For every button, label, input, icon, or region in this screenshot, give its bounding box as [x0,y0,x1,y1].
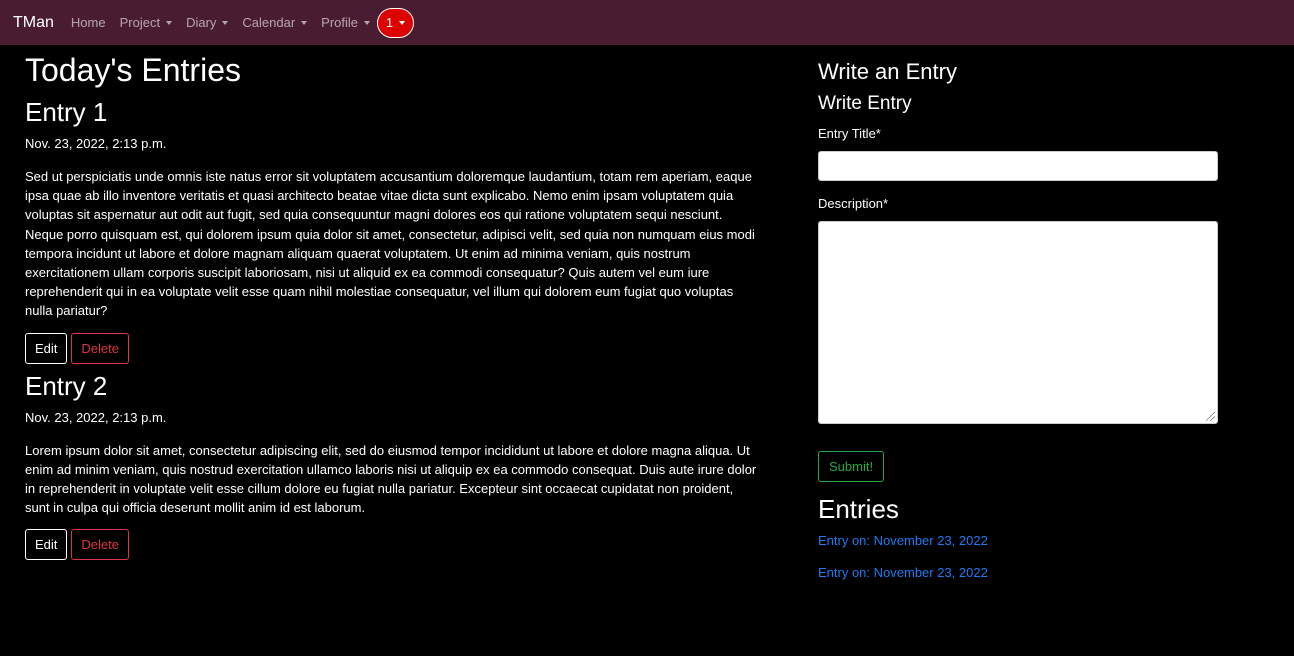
edit-button[interactable]: Edit [25,332,68,364]
entry-card: Entry 1 Nov. 23, 2022, 2:13 p.m. Sed ut … [25,97,760,364]
caret-down-icon [166,21,173,25]
description-label: Description* [818,196,889,211]
nav-profile-dropdown[interactable]: Profile [314,0,377,45]
entries-heading: Entries [818,494,899,524]
nav-diary-dropdown[interactable]: Diary [179,0,235,45]
nav-calendar-label: Calendar [242,15,296,30]
caret-down-icon [399,21,406,25]
entry-actions: Edit Delete [25,529,760,561]
resize-handle-icon[interactable] [1206,412,1215,421]
nav-home[interactable]: Home [64,0,113,45]
top-navbar: TMan Home Project Diary Calendar Profile… [0,0,1294,45]
entry-body: Lorem ipsum dolor sit amet, consectetur … [25,442,757,516]
delete-button[interactable]: Delete [71,529,129,561]
entry-card: Entry 2 Nov. 23, 2022, 2:13 p.m. Lorem i… [25,371,760,561]
caret-down-icon [364,21,371,25]
entry-date: Nov. 23, 2022, 2:13 p.m. [25,409,167,425]
edit-button[interactable]: Edit [25,529,68,561]
entry-link[interactable]: Entry on: November 23, 2022 [818,565,1218,581]
caret-down-icon [222,21,229,25]
notification-count: 1 [385,15,394,30]
todays-entries-section: Today's Entries Entry 1 Nov. 23, 2022, 2… [25,45,760,561]
nav-home-label: Home [70,15,106,30]
page-title: Today's Entries [25,52,241,88]
nav-project-dropdown[interactable]: Project [113,0,179,45]
entry-title: Entry 1 [25,97,108,127]
nav-profile-label: Profile [321,15,359,30]
write-entry-section: Write an Entry Write Entry Entry Title* … [818,45,1218,581]
caret-down-icon [301,21,308,25]
nav-calendar-dropdown[interactable]: Calendar [235,0,314,45]
nav-diary-label: Diary [186,15,217,30]
delete-button[interactable]: Delete [71,332,129,364]
brand-logo[interactable]: TMan [13,14,54,32]
entry-actions: Edit Delete [25,332,760,364]
entry-title: Entry 2 [25,370,108,401]
entry-body: Sed ut perspiciatis unde omnis iste natu… [25,169,755,319]
write-entry-heading: Write an Entry [818,59,957,84]
entry-date: Nov. 23, 2022, 2:13 p.m. [25,136,167,151]
nav-project-label: Project [119,15,161,30]
entry-title-label: Entry Title* [818,126,881,141]
description-textarea[interactable] [818,221,1218,424]
notifications-dropdown-button[interactable]: 1 [377,7,415,38]
entry-title-input[interactable] [818,151,1218,181]
entry-link[interactable]: Entry on: November 23, 2022 [818,533,1218,549]
submit-button[interactable]: Submit! [818,451,885,482]
form-title: Write Entry [818,93,912,114]
